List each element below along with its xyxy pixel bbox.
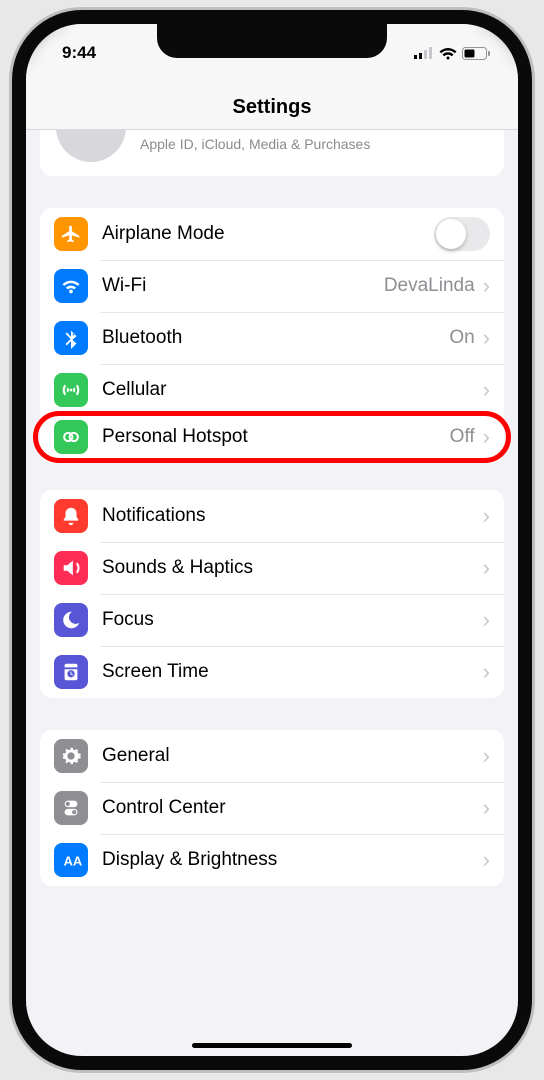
row-label: Screen Time (102, 661, 483, 683)
airplane-toggle[interactable] (434, 217, 490, 251)
chevron-right-icon: › (483, 555, 490, 581)
row-personal-hotspot[interactable]: Personal Hotspot Off › (33, 411, 511, 463)
screentime-icon (54, 655, 88, 689)
chevron-right-icon: › (483, 273, 490, 299)
airplane-icon (54, 217, 88, 251)
row-bluetooth[interactable]: Bluetooth On › (40, 312, 504, 364)
row-notifications[interactable]: Notifications › (40, 490, 504, 542)
row-label: General (102, 745, 483, 767)
row-screen-time[interactable]: Screen Time › (40, 646, 504, 698)
row-label: Wi-Fi (102, 275, 384, 297)
notifications-group: Notifications › Sounds & Haptics › Focus… (40, 490, 504, 698)
sounds-icon (54, 551, 88, 585)
row-label: Cellular (102, 379, 483, 401)
row-label: Notifications (102, 505, 483, 527)
avatar (56, 130, 126, 162)
chevron-right-icon: › (483, 325, 490, 351)
general-icon (54, 739, 88, 773)
svg-text:AA: AA (64, 854, 82, 869)
chevron-right-icon: › (483, 607, 490, 633)
row-value: Off (450, 426, 475, 448)
row-cellular[interactable]: Cellular › (40, 364, 504, 416)
row-general[interactable]: General › (40, 730, 504, 782)
row-label: Display & Brightness (102, 849, 483, 871)
battery-icon (462, 47, 490, 60)
focus-icon (54, 603, 88, 637)
wifi-settings-icon (54, 269, 88, 303)
control-center-icon (54, 791, 88, 825)
display-icon: AA (54, 843, 88, 877)
row-control-center[interactable]: Control Center › (40, 782, 504, 834)
row-label: Bluetooth (102, 327, 449, 349)
chevron-right-icon: › (483, 659, 490, 685)
status-indicators (414, 47, 490, 60)
row-label: Focus (102, 609, 483, 631)
chevron-right-icon: › (483, 503, 490, 529)
row-airplane-mode[interactable]: Airplane Mode (40, 208, 504, 260)
row-sounds-haptics[interactable]: Sounds & Haptics › (40, 542, 504, 594)
row-label: Control Center (102, 797, 483, 819)
notifications-icon (54, 499, 88, 533)
row-wifi[interactable]: Wi-Fi DevaLinda › (40, 260, 504, 312)
chevron-right-icon: › (483, 424, 490, 450)
chevron-right-icon: › (483, 795, 490, 821)
chevron-right-icon: › (483, 377, 490, 403)
row-label: Sounds & Haptics (102, 557, 483, 579)
cellular-icon (54, 373, 88, 407)
status-time: 9:44 (62, 43, 96, 63)
bluetooth-icon (54, 321, 88, 355)
hotspot-icon (54, 420, 88, 454)
connectivity-group: Airplane Mode Wi-Fi DevaLinda › Bluetoot… (40, 208, 504, 463)
row-display-brightness[interactable]: AA Display & Brightness › (40, 834, 504, 886)
general-group: General › Control Center › AA Display & … (40, 730, 504, 886)
row-focus[interactable]: Focus › (40, 594, 504, 646)
chevron-right-icon: › (483, 847, 490, 873)
home-indicator[interactable] (192, 1043, 352, 1048)
wifi-icon (439, 47, 457, 60)
row-label: Personal Hotspot (102, 426, 450, 448)
row-value: DevaLinda (384, 275, 475, 297)
row-label: Airplane Mode (102, 223, 434, 245)
apple-id-group[interactable]: Apple ID, iCloud, Media & Purchases (40, 130, 504, 176)
chevron-right-icon: › (483, 743, 490, 769)
cellular-signal-icon (414, 47, 434, 59)
page-title: Settings (233, 96, 312, 119)
row-value: On (449, 327, 474, 349)
apple-id-subtitle: Apple ID, iCloud, Media & Purchases (140, 136, 370, 154)
